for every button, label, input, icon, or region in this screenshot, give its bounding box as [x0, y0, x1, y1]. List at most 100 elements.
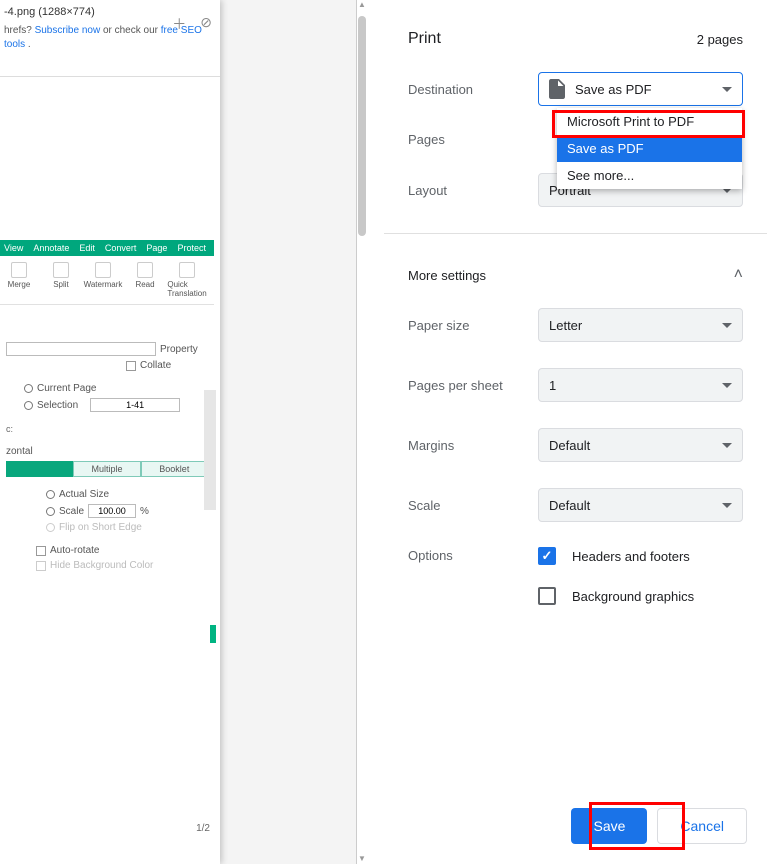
radio-actual — [46, 490, 55, 499]
chevron-down-icon — [722, 503, 732, 508]
menu-view: View — [4, 243, 23, 253]
scale-label: Scale — [59, 506, 84, 517]
dest-option-seemore[interactable]: See more... — [557, 162, 742, 189]
label-pages-per-sheet: Pages per sheet — [408, 378, 538, 393]
radio-flip — [46, 523, 55, 532]
layout-toggle: Multiple Booklet — [6, 461, 208, 477]
scale-value: Default — [549, 498, 722, 513]
destination-dropdown: Microsoft Print to PDF Save as PDF See m… — [557, 108, 742, 189]
scroll-thumb[interactable] — [358, 16, 366, 236]
scale-value — [88, 504, 136, 518]
btn-read: Read — [128, 262, 162, 298]
layout-multiple: Multiple — [73, 461, 140, 477]
block-icon[interactable]: ⊘ — [200, 14, 212, 34]
menu-annotate: Annotate — [33, 243, 69, 253]
chk-hide-bg — [36, 561, 46, 571]
btn-quick: Quick Translation — [170, 262, 204, 298]
btn-quick-lbl: Quick Translation — [167, 280, 206, 298]
preview-pdf-toolbar: View Annotate Edit Convert Page Protect … — [0, 240, 214, 305]
preview-accent-bar — [210, 625, 216, 643]
property-label: Property — [160, 344, 198, 355]
actual-size-label: Actual Size — [59, 489, 109, 500]
chevron-down-icon — [722, 443, 732, 448]
divider — [0, 76, 220, 77]
chevron-up-icon: ˄ — [734, 266, 743, 284]
page-count: 2 pages — [697, 32, 743, 47]
label-pages: Pages — [408, 132, 538, 147]
label-scale: Scale — [408, 498, 538, 513]
preview-scroll-hint — [204, 390, 216, 510]
scroll-down-icon[interactable]: ▼ — [357, 854, 367, 864]
btn-watermark: Watermark — [86, 262, 120, 298]
preview-scrollbar[interactable]: ▲ ▼ — [357, 0, 367, 864]
more-settings-label: More settings — [408, 268, 486, 283]
chk-auto-rotate — [36, 546, 46, 556]
menu-edit: Edit — [79, 243, 95, 253]
selection-range — [90, 398, 180, 412]
menu-page: Page — [146, 243, 167, 253]
print-panel: Print 2 pages Destination Save as PDF Mi… — [384, 0, 767, 864]
btn-read-lbl: Read — [135, 280, 154, 289]
label-destination: Destination — [408, 82, 538, 97]
cancel-button[interactable]: Cancel — [657, 808, 747, 844]
label-layout: Layout — [408, 183, 538, 198]
scroll-up-icon[interactable]: ▲ — [357, 0, 367, 10]
hide-bg-label: Hide Background Color — [50, 560, 153, 571]
scale-select[interactable]: Default — [538, 488, 743, 522]
subscribe-link[interactable]: Subscribe now — [35, 25, 101, 36]
plus-icon[interactable]: ＋ — [172, 14, 186, 34]
menu-protect: Protect — [177, 243, 206, 253]
orientation-label: zontal — [6, 446, 208, 457]
pages-per-sheet-select[interactable]: 1 — [538, 368, 743, 402]
margins-select[interactable]: Default — [538, 428, 743, 462]
menu-convert: Convert — [105, 243, 137, 253]
more-settings-toggle[interactable]: More settings ˄ — [384, 252, 767, 298]
option-background-graphics: Background graphics — [572, 589, 694, 604]
save-button[interactable]: Save — [571, 808, 647, 844]
preview-pdf-buttons: Merge Split Watermark Read Quick Transla… — [0, 256, 214, 305]
chevron-down-icon — [722, 87, 732, 92]
chevron-down-icon — [722, 323, 732, 328]
layout-single — [6, 461, 73, 477]
collate-label: Collate — [140, 360, 171, 371]
preview-page: -4.png (1288×774) hrefs? Subscribe now o… — [0, 0, 220, 864]
btn-split-lbl: Split — [53, 280, 69, 289]
radio-current-page — [24, 384, 33, 393]
destination-select[interactable]: Save as PDF Microsoft Print to PDF Save … — [538, 72, 743, 106]
paper-size-value: Letter — [549, 318, 722, 333]
preview-text: . — [28, 39, 31, 50]
btn-merge: Merge — [2, 262, 36, 298]
destination-value: Save as PDF — [575, 82, 722, 97]
margins-value: Default — [549, 438, 722, 453]
layout-booklet: Booklet — [141, 461, 208, 477]
collate-checkbox — [126, 361, 136, 371]
dest-option-saveaspdf[interactable]: Save as PDF — [557, 135, 742, 162]
radio-selection — [24, 401, 33, 410]
radio-scale — [46, 507, 55, 516]
label-margins: Margins — [408, 438, 538, 453]
current-page-label: Current Page — [37, 383, 96, 394]
preview-text: or check our — [103, 25, 161, 36]
pct-label: % — [140, 506, 149, 517]
pages-per-sheet-value: 1 — [549, 378, 722, 393]
flip-label: Flip on Short Edge — [59, 522, 142, 533]
checkbox-background-graphics[interactable] — [538, 587, 556, 605]
btn-split: Split — [44, 262, 78, 298]
pdf-icon — [549, 79, 565, 99]
label-paper-size: Paper size — [408, 318, 538, 333]
preview-text: hrefs? — [4, 25, 35, 36]
print-title: Print — [408, 30, 441, 48]
chevron-down-icon — [722, 383, 732, 388]
preview-pdf-menubar: View Annotate Edit Convert Page Protect — [0, 240, 214, 256]
btn-merge-lbl: Merge — [8, 280, 31, 289]
preview-dropdown — [6, 342, 156, 356]
dest-option-msprint[interactable]: Microsoft Print to PDF — [557, 108, 742, 135]
print-preview-area: -4.png (1288×774) hrefs? Subscribe now o… — [0, 0, 357, 864]
auto-rotate-label: Auto-rotate — [50, 545, 99, 556]
selection-label: Selection — [37, 400, 78, 411]
preview-page-number: 1/2 — [196, 823, 210, 834]
btn-watermark-lbl: Watermark — [84, 280, 123, 289]
label-options: Options — [408, 548, 538, 563]
preview-properties: Property Collate Current Page Selection … — [0, 334, 214, 579]
paper-size-select[interactable]: Letter — [538, 308, 743, 342]
